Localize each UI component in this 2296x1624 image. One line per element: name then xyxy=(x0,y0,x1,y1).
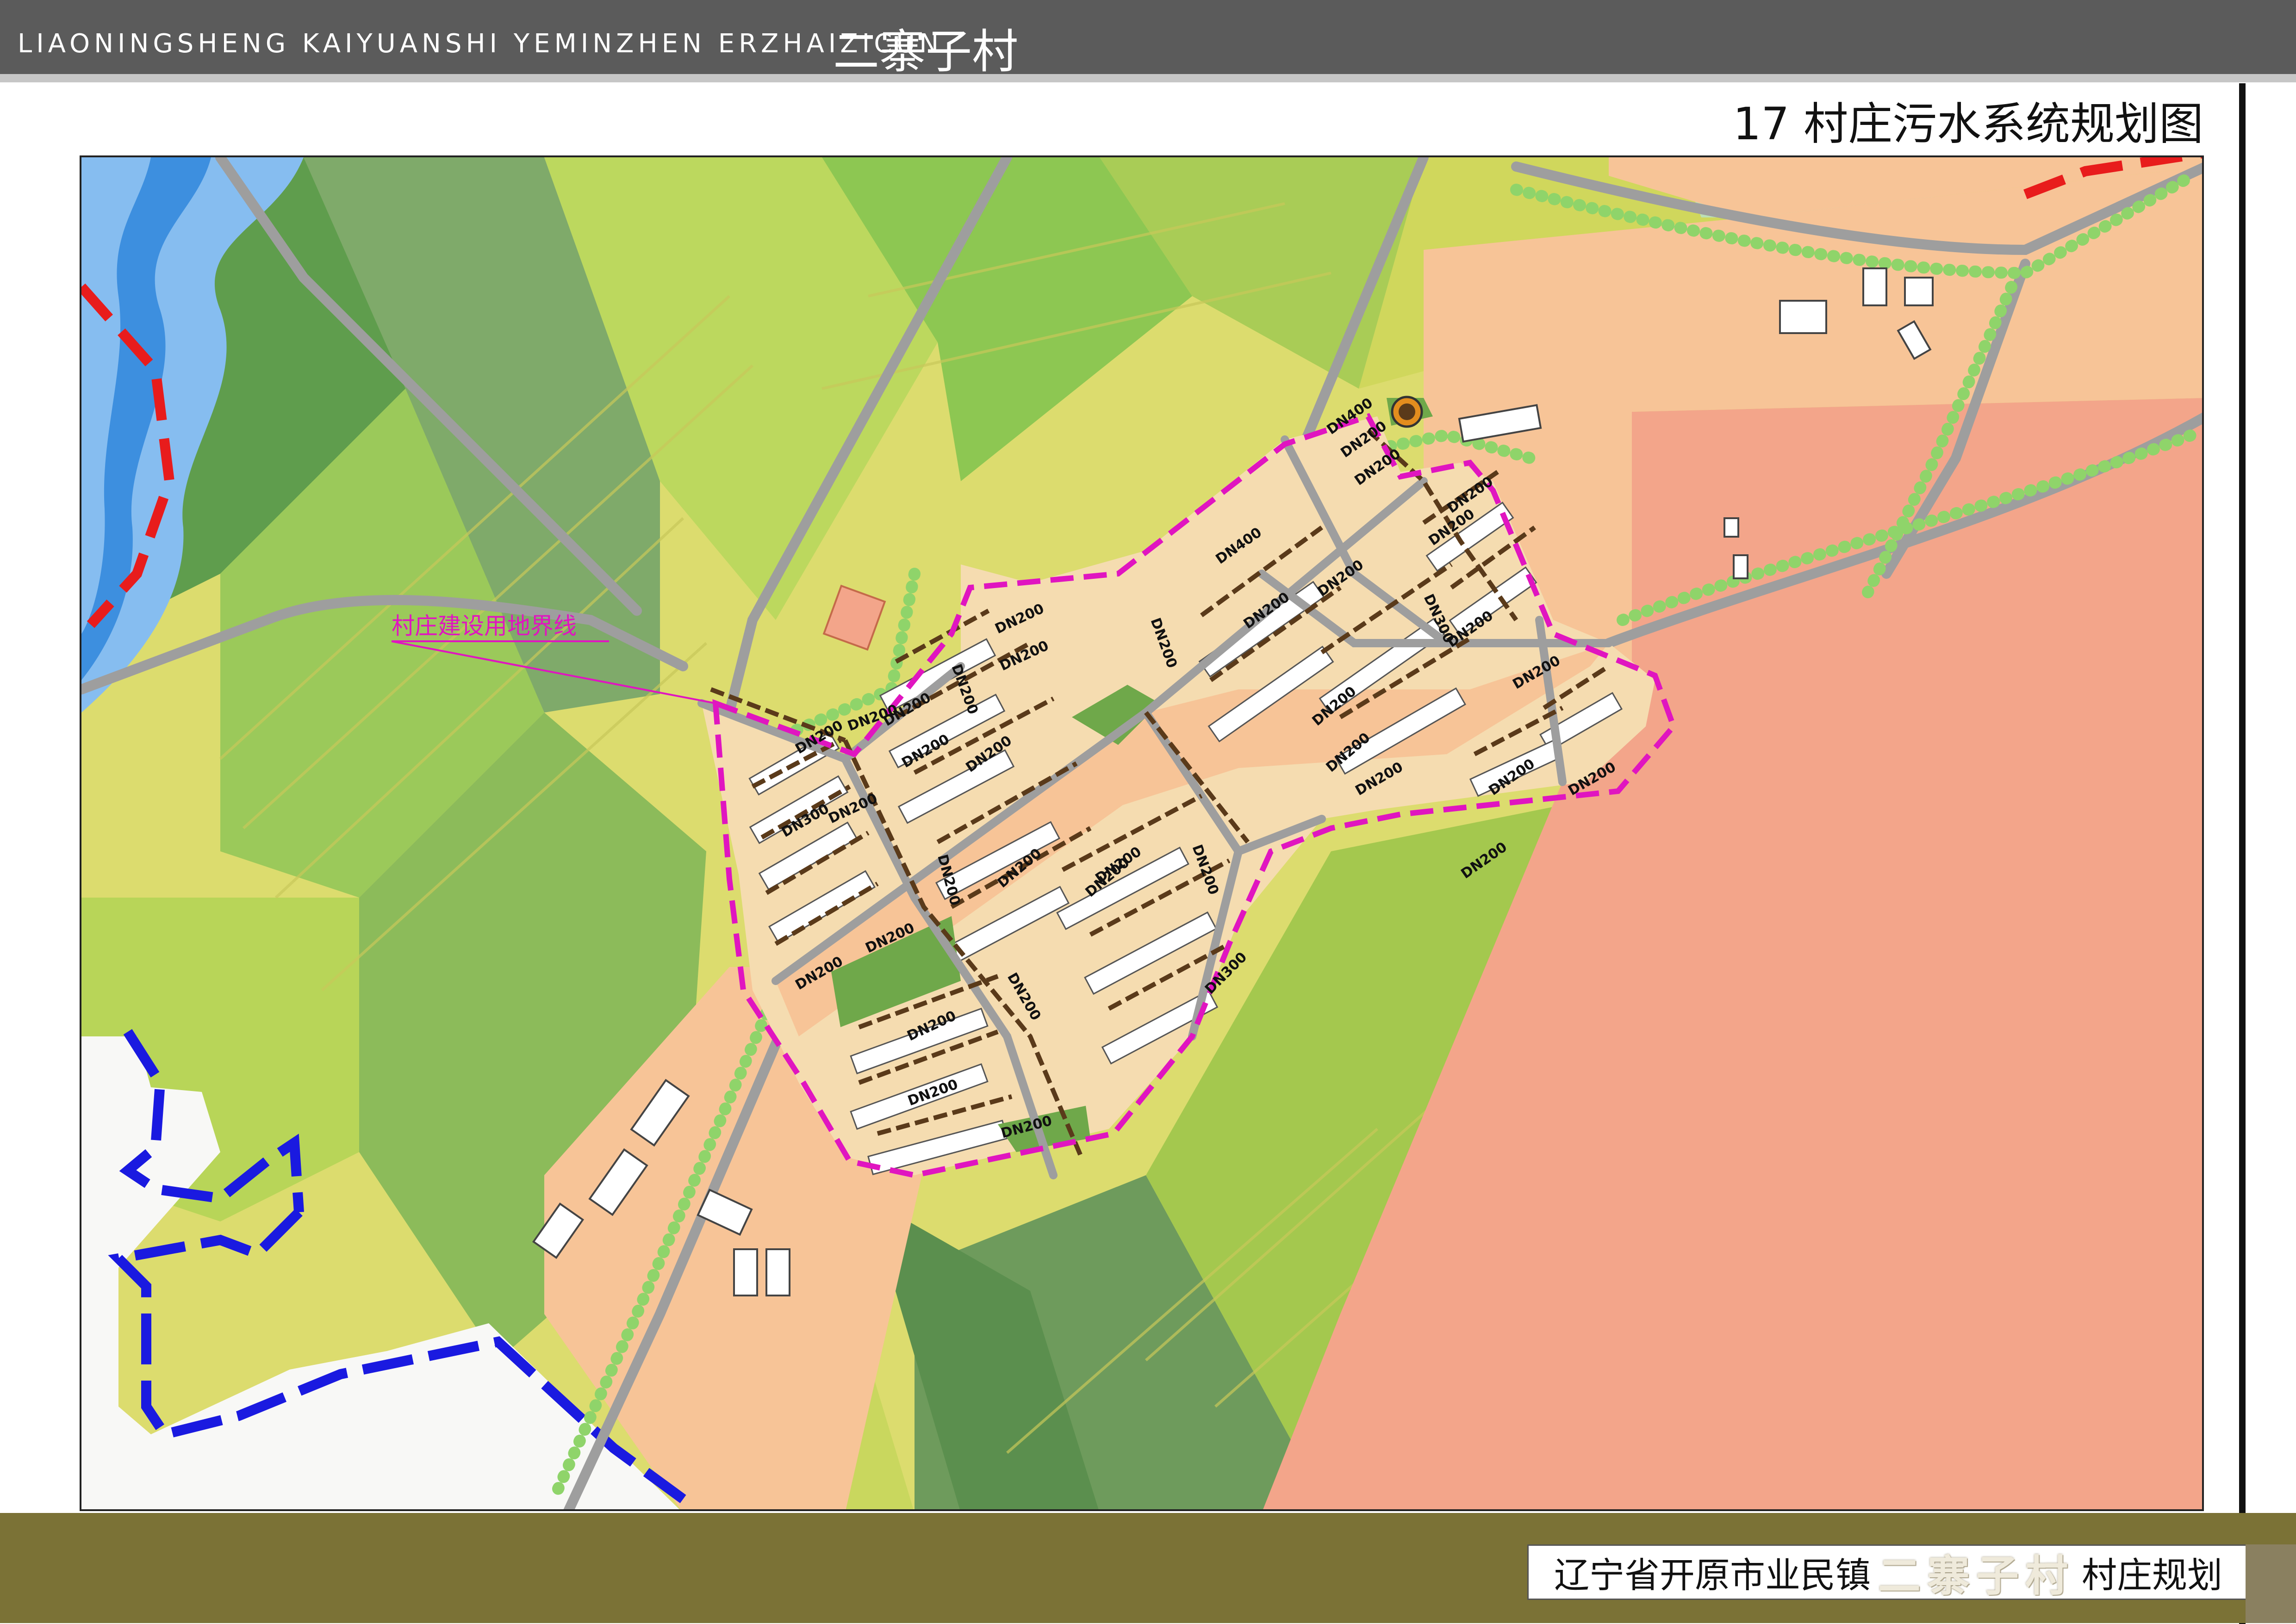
footer-corner-block xyxy=(2246,1544,2296,1623)
header-underline xyxy=(0,74,2296,82)
map-canvas: 村庄建设用地界线 DN400DN200DN200DN200DN400DN300D… xyxy=(81,157,2202,1509)
sewage-treatment-station-icon xyxy=(1391,396,1423,428)
project-name-latin: LIAONINGSHENG KAIYUANSHI YEMINZHEN ERZHA… xyxy=(18,29,943,59)
footer-location: 辽宁省开原市业民镇 xyxy=(1554,1555,1871,1596)
footer-title-box: 辽宁省开原市业民镇 二寨子村 村庄规划 xyxy=(1527,1544,2249,1601)
footer-plan-type: 村庄规划 xyxy=(2082,1555,2222,1596)
sewage-plan-map: 村庄建设用地界线 DN400 DN200 DN200 DN200 DN400 DN300 D… xyxy=(80,155,2204,1511)
right-margin-rule xyxy=(2239,83,2246,1624)
header-band: LIAONINGSHENG KAIYUANSHI YEMINZHEN ERZHA… xyxy=(0,0,2296,79)
footer-village-name: 二寨子村 xyxy=(1878,1550,2074,1601)
sheet-title: 17 村庄污水系统规划图 xyxy=(1733,98,2203,150)
project-name-chinese: 二寨子村 xyxy=(833,25,1018,79)
boundary-annotation-label: 村庄建设用地界线 xyxy=(392,613,577,639)
